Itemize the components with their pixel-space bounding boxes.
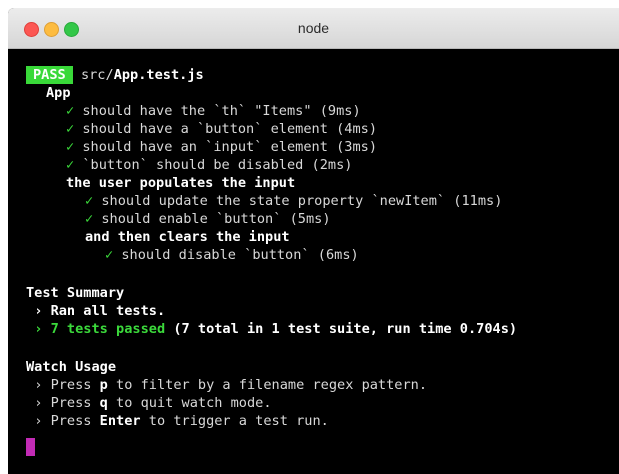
title-bar: node	[8, 8, 619, 49]
test-item: ✓ should disable `button` (6ms)	[105, 246, 359, 264]
test-file-dir: src/	[80, 67, 114, 83]
test-file-result-line: PASS src/App.test.js	[26, 66, 204, 84]
check-icon: ✓	[66, 157, 75, 173]
terminal-output[interactable]: PASS src/App.test.js App ✓ should have t…	[8, 48, 619, 474]
watch-usage-line: › Press Enter to trigger a test run.	[26, 412, 329, 430]
summary-passed-line: › 7 tests passed (7 total in 1 test suit…	[26, 320, 517, 338]
summary-heading: Test Summary	[26, 285, 125, 301]
suite-name: App	[46, 85, 71, 101]
window-title: node	[297, 20, 330, 36]
prompt-chevron-icon: ›	[34, 303, 43, 319]
watch-text: to filter by a filename regex pattern.	[107, 377, 428, 393]
test-item: ✓ should update the state property `newI…	[85, 192, 502, 210]
terminal-cursor	[26, 438, 35, 456]
check-icon: ✓	[85, 211, 94, 227]
test-label: should have an `input` element (3ms)	[82, 139, 378, 155]
describe-group-name: the user populates the input	[66, 175, 296, 191]
tests-passed-count: 7 tests passed	[50, 321, 166, 337]
watch-key: q	[99, 395, 108, 411]
prompt-chevron-icon: ›	[34, 321, 43, 337]
check-icon: ✓	[85, 193, 94, 209]
terminal-window: node PASS src/App.test.js App ✓ should h…	[8, 8, 619, 474]
prompt-chevron-icon: ›	[34, 395, 43, 411]
test-label: should enable `button` (5ms)	[101, 211, 331, 227]
test-item: ✓ `button` should be disabled (2ms)	[66, 156, 352, 174]
watch-usage-heading: Watch Usage	[26, 359, 117, 375]
prompt-chevron-icon: ›	[34, 377, 43, 393]
test-item: ✓ should enable `button` (5ms)	[85, 210, 331, 228]
watch-text: to trigger a test run.	[140, 413, 329, 429]
summary-details: (7 total in 1 test suite, run time 0.704…	[173, 321, 518, 337]
check-icon: ✓	[66, 103, 75, 119]
watch-text: to quit watch mode.	[107, 395, 272, 411]
test-label: should update the state property `newIte…	[101, 193, 503, 209]
check-icon: ✓	[66, 139, 75, 155]
pass-badge: PASS	[26, 66, 73, 84]
test-item: ✓ should have a `button` element (4ms)	[66, 120, 377, 138]
test-file-name: App.test.js	[113, 67, 204, 83]
test-item: ✓ should have an `input` element (3ms)	[66, 138, 377, 156]
check-icon: ✓	[66, 121, 75, 137]
watch-text: Press	[50, 413, 100, 429]
test-label: should disable `button` (6ms)	[121, 247, 359, 263]
watch-text: Press	[50, 377, 100, 393]
summary-ran-text: Ran all tests.	[50, 303, 166, 319]
describe-group-name: and then clears the input	[85, 229, 290, 245]
watch-key: Enter	[99, 413, 141, 429]
watch-key: p	[99, 377, 108, 393]
check-icon: ✓	[105, 247, 114, 263]
watch-usage-line: › Press p to filter by a filename regex …	[26, 376, 427, 394]
prompt-chevron-icon: ›	[34, 413, 43, 429]
watch-text: Press	[50, 395, 100, 411]
summary-ran-line: › Ran all tests.	[26, 302, 165, 320]
test-label: should have the `th` "Items" (9ms)	[82, 103, 361, 119]
test-label: should have a `button` element (4ms)	[82, 121, 378, 137]
test-label: `button` should be disabled (2ms)	[82, 157, 353, 173]
watch-usage-line: › Press q to quit watch mode.	[26, 394, 272, 412]
test-item: ✓ should have the `th` "Items" (9ms)	[66, 102, 361, 120]
